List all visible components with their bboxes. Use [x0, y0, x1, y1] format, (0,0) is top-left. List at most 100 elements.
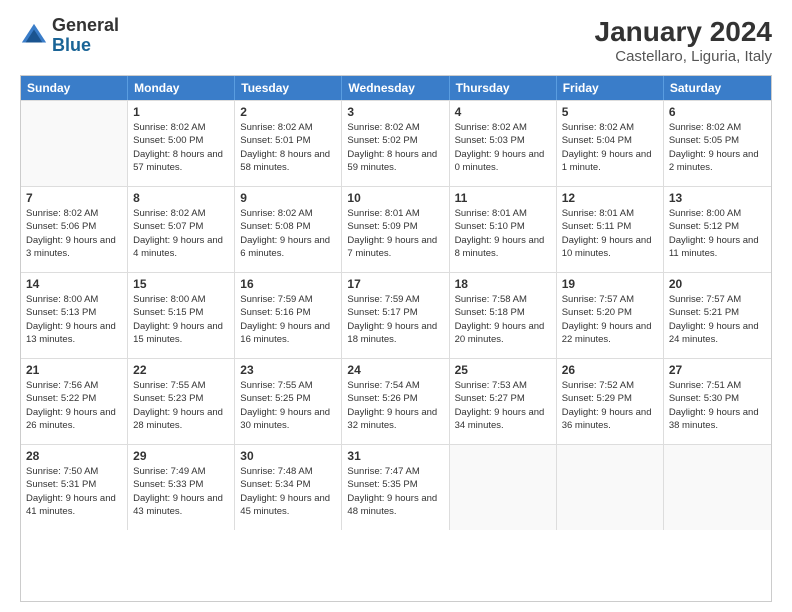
day-number: 6 [669, 105, 766, 119]
day-info: Sunrise: 8:02 AM Sunset: 5:02 PM Dayligh… [347, 121, 443, 174]
day-number: 10 [347, 191, 443, 205]
calendar-cell: 16Sunrise: 7:59 AM Sunset: 5:16 PM Dayli… [235, 273, 342, 358]
day-info: Sunrise: 8:00 AM Sunset: 5:15 PM Dayligh… [133, 293, 229, 346]
day-info: Sunrise: 8:02 AM Sunset: 5:07 PM Dayligh… [133, 207, 229, 260]
calendar-cell: 9 Sunrise: 8:02 AM Sunset: 5:08 PM Daylig… [235, 187, 342, 272]
calendar-cell: 7 Sunrise: 8:02 AM Sunset: 5:06 PM Daylig… [21, 187, 128, 272]
day-number: 12 [562, 191, 658, 205]
day-of-week-header: Tuesday [235, 76, 342, 100]
day-info: Sunrise: 8:02 AM Sunset: 5:08 PM Dayligh… [240, 207, 336, 260]
day-number: 11 [455, 191, 551, 205]
day-number: 21 [26, 363, 122, 377]
calendar-cell: 21 Sunrise: 7:56 AM Sunset: 5:22 PM Dayli… [21, 359, 128, 444]
day-of-week-header: Wednesday [342, 76, 449, 100]
day-info: Sunrise: 7:55 AM Sunset: 5:25 PM Dayligh… [240, 379, 336, 432]
day-number: 3 [347, 105, 443, 119]
calendar: SundayMondayTuesdayWednesdayThursdayFrid… [20, 75, 772, 602]
calendar-cell: 14 Sunrise: 8:00 AM Sunset: 5:13 PM Dayli… [21, 273, 128, 358]
day-number: 26 [562, 363, 658, 377]
day-info: Sunrise: 8:01 AM Sunset: 5:09 PM Dayligh… [347, 207, 443, 260]
day-info: Sunrise: 7:57 AM Sunset: 5:20 PM Dayligh… [562, 293, 658, 346]
logo-blue: Blue [52, 35, 91, 55]
day-info: Sunrise: 7:48 AM Sunset: 5:34 PM Dayligh… [240, 465, 336, 518]
calendar-cell: 17Sunrise: 7:59 AM Sunset: 5:17 PM Dayli… [342, 273, 449, 358]
calendar-cell [450, 445, 557, 530]
day-info: Sunrise: 8:02 AM Sunset: 5:01 PM Dayligh… [240, 121, 336, 174]
day-of-week-header: Monday [128, 76, 235, 100]
day-info: Sunrise: 8:02 AM Sunset: 5:00 PM Dayligh… [133, 121, 229, 174]
day-of-week-header: Friday [557, 76, 664, 100]
day-number: 16 [240, 277, 336, 291]
calendar-row: 7 Sunrise: 8:02 AM Sunset: 5:06 PM Daylig… [21, 186, 771, 272]
calendar-cell: 23Sunrise: 7:55 AM Sunset: 5:25 PM Dayli… [235, 359, 342, 444]
calendar-row: 1Sunrise: 8:02 AM Sunset: 5:00 PM Daylig… [21, 100, 771, 186]
day-info: Sunrise: 7:57 AM Sunset: 5:21 PM Dayligh… [669, 293, 766, 346]
day-info: Sunrise: 8:00 AM Sunset: 5:12 PM Dayligh… [669, 207, 766, 260]
day-info: Sunrise: 8:02 AM Sunset: 5:06 PM Dayligh… [26, 207, 122, 260]
calendar-cell [21, 101, 128, 186]
calendar-cell: 22 Sunrise: 7:55 AM Sunset: 5:23 PM Dayli… [128, 359, 235, 444]
calendar-cell: 24 Sunrise: 7:54 AM Sunset: 5:26 PM Dayli… [342, 359, 449, 444]
day-number: 2 [240, 105, 336, 119]
day-info: Sunrise: 7:53 AM Sunset: 5:27 PM Dayligh… [455, 379, 551, 432]
day-number: 7 [26, 191, 122, 205]
day-number: 20 [669, 277, 766, 291]
calendar-cell: 4Sunrise: 8:02 AM Sunset: 5:03 PM Daylig… [450, 101, 557, 186]
calendar-cell: 31 Sunrise: 7:47 AM Sunset: 5:35 PM Dayli… [342, 445, 449, 530]
day-number: 9 [240, 191, 336, 205]
day-number: 18 [455, 277, 551, 291]
day-info: Sunrise: 7:54 AM Sunset: 5:26 PM Dayligh… [347, 379, 443, 432]
day-number: 29 [133, 449, 229, 463]
calendar-cell: 10 Sunrise: 8:01 AM Sunset: 5:09 PM Dayli… [342, 187, 449, 272]
calendar-body: 1Sunrise: 8:02 AM Sunset: 5:00 PM Daylig… [21, 100, 771, 530]
day-number: 24 [347, 363, 443, 377]
page: General Blue January 2024 Castellaro, Li… [0, 0, 792, 612]
calendar-cell: 26Sunrise: 7:52 AM Sunset: 5:29 PM Dayli… [557, 359, 664, 444]
day-info: Sunrise: 7:47 AM Sunset: 5:35 PM Dayligh… [347, 465, 443, 518]
calendar-cell: 27Sunrise: 7:51 AM Sunset: 5:30 PM Dayli… [664, 359, 771, 444]
day-info: Sunrise: 7:58 AM Sunset: 5:18 PM Dayligh… [455, 293, 551, 346]
calendar-cell: 15 Sunrise: 8:00 AM Sunset: 5:15 PM Dayli… [128, 273, 235, 358]
calendar-cell: 2 Sunrise: 8:02 AM Sunset: 5:01 PM Daylig… [235, 101, 342, 186]
calendar-cell: 29Sunrise: 7:49 AM Sunset: 5:33 PM Dayli… [128, 445, 235, 530]
day-number: 19 [562, 277, 658, 291]
day-number: 28 [26, 449, 122, 463]
day-info: Sunrise: 8:01 AM Sunset: 5:11 PM Dayligh… [562, 207, 658, 260]
calendar-cell [557, 445, 664, 530]
logo-text: General Blue [52, 16, 119, 56]
day-number: 31 [347, 449, 443, 463]
day-number: 22 [133, 363, 229, 377]
day-number: 8 [133, 191, 229, 205]
calendar-cell: 13Sunrise: 8:00 AM Sunset: 5:12 PM Dayli… [664, 187, 771, 272]
calendar-cell: 11 Sunrise: 8:01 AM Sunset: 5:10 PM Dayli… [450, 187, 557, 272]
day-info: Sunrise: 7:50 AM Sunset: 5:31 PM Dayligh… [26, 465, 122, 518]
calendar-header: SundayMondayTuesdayWednesdayThursdayFrid… [21, 76, 771, 100]
day-info: Sunrise: 7:55 AM Sunset: 5:23 PM Dayligh… [133, 379, 229, 432]
day-number: 4 [455, 105, 551, 119]
day-info: Sunrise: 7:56 AM Sunset: 5:22 PM Dayligh… [26, 379, 122, 432]
calendar-cell: 25Sunrise: 7:53 AM Sunset: 5:27 PM Dayli… [450, 359, 557, 444]
day-info: Sunrise: 8:01 AM Sunset: 5:10 PM Dayligh… [455, 207, 551, 260]
calendar-row: 28 Sunrise: 7:50 AM Sunset: 5:31 PM Dayli… [21, 444, 771, 530]
calendar-cell: 18 Sunrise: 7:58 AM Sunset: 5:18 PM Dayli… [450, 273, 557, 358]
day-info: Sunrise: 7:51 AM Sunset: 5:30 PM Dayligh… [669, 379, 766, 432]
title-area: January 2024 Castellaro, Liguria, Italy [595, 16, 772, 65]
calendar-cell: 1Sunrise: 8:02 AM Sunset: 5:00 PM Daylig… [128, 101, 235, 186]
day-number: 30 [240, 449, 336, 463]
day-info: Sunrise: 8:02 AM Sunset: 5:05 PM Dayligh… [669, 121, 766, 174]
calendar-cell: 6 Sunrise: 8:02 AM Sunset: 5:05 PM Daylig… [664, 101, 771, 186]
calendar-cell: 30 Sunrise: 7:48 AM Sunset: 5:34 PM Dayli… [235, 445, 342, 530]
logo-general: General [52, 15, 119, 35]
day-number: 17 [347, 277, 443, 291]
day-number: 15 [133, 277, 229, 291]
calendar-row: 14 Sunrise: 8:00 AM Sunset: 5:13 PM Dayli… [21, 272, 771, 358]
day-info: Sunrise: 8:02 AM Sunset: 5:04 PM Dayligh… [562, 121, 658, 174]
calendar-cell: 5 Sunrise: 8:02 AM Sunset: 5:04 PM Daylig… [557, 101, 664, 186]
calendar-cell: 20 Sunrise: 7:57 AM Sunset: 5:21 PM Dayli… [664, 273, 771, 358]
day-info: Sunrise: 8:00 AM Sunset: 5:13 PM Dayligh… [26, 293, 122, 346]
day-of-week-header: Sunday [21, 76, 128, 100]
calendar-subtitle: Castellaro, Liguria, Italy [595, 48, 772, 65]
day-of-week-header: Thursday [450, 76, 557, 100]
day-number: 5 [562, 105, 658, 119]
day-number: 14 [26, 277, 122, 291]
